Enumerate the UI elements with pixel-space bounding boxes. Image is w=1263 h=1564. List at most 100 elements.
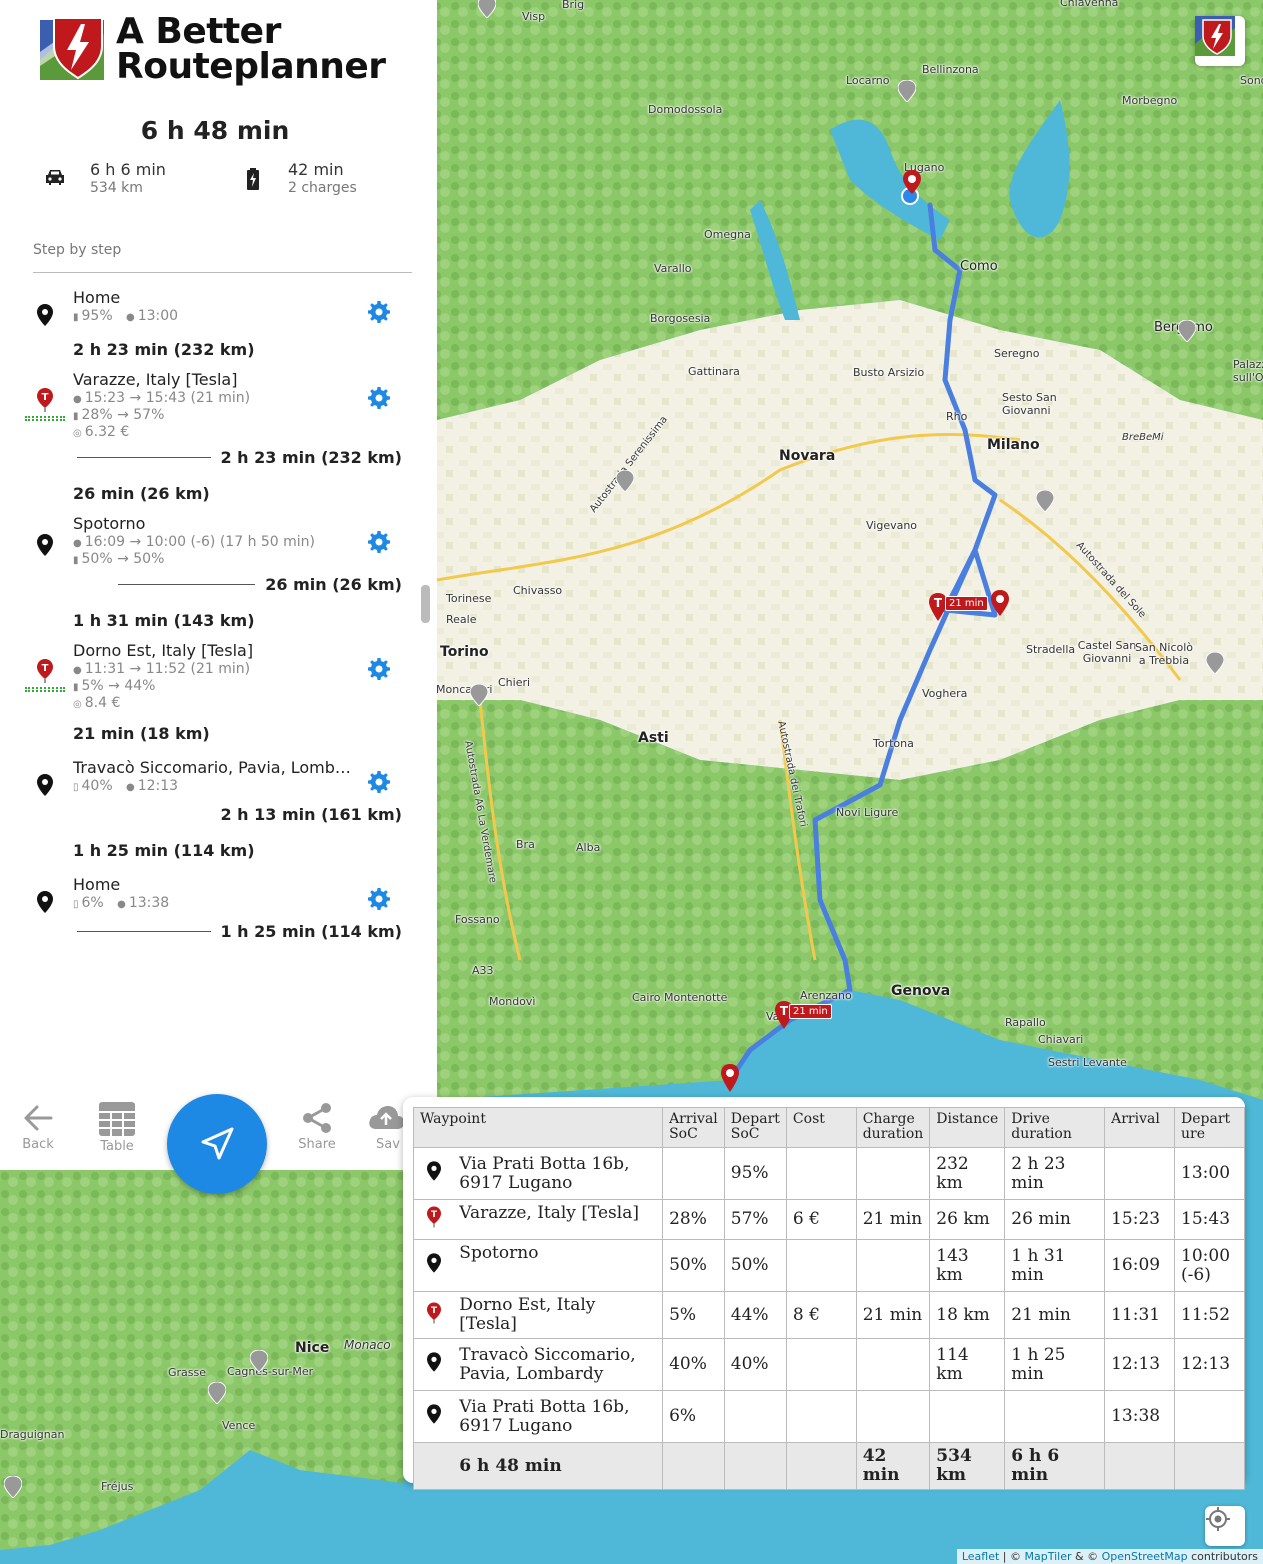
map-label: Nice — [295, 1340, 330, 1356]
charger-poi-icon[interactable] — [478, 0, 496, 18]
map-label: Novi Ligure — [836, 806, 899, 819]
cell-distance: 143 km — [929, 1239, 1006, 1292]
map-label: Cairo Montenotte — [632, 991, 728, 1004]
share-button[interactable]: Share — [287, 1101, 347, 1152]
charger-poi-icon[interactable] — [250, 1350, 268, 1372]
maptiler-link[interactable]: MapTiler — [1025, 1550, 1072, 1563]
map-label: Vence — [222, 1419, 256, 1432]
gear-icon[interactable] — [367, 770, 391, 794]
route-table: Waypoint Arrival SoC Depart SoC Cost Cha… — [412, 1107, 1245, 1490]
col-charge-duration[interactable]: Charge duration — [855, 1107, 931, 1148]
map-label: Mondovì — [489, 995, 536, 1008]
charger-poi-icon[interactable] — [616, 470, 634, 492]
gear-icon[interactable] — [367, 657, 391, 681]
table-row[interactable]: Via Prati Botta 16b, 6917 Lugano 95% 232… — [413, 1147, 1245, 1200]
charger-poi-icon[interactable] — [208, 1382, 226, 1404]
col-distance[interactable]: Distance — [929, 1107, 1006, 1148]
map-label: Gattinara — [688, 365, 740, 378]
charger-poi-icon[interactable] — [1206, 652, 1224, 674]
cell-charge-duration: 21 min — [855, 1199, 931, 1240]
cell-waypoint: Dorno Est, Italy [Tesla] — [453, 1291, 664, 1339]
map-pin-icon — [34, 891, 56, 913]
battery-icon: ▯ — [73, 899, 79, 910]
cell-drive-duration: 2 h 23 min — [1004, 1147, 1106, 1200]
charger-poi-icon[interactable] — [1036, 490, 1054, 512]
home-pin-icon[interactable] — [902, 170, 922, 194]
col-departure[interactable]: Departure — [1174, 1107, 1245, 1148]
share-icon — [303, 1103, 331, 1133]
leg-duration-total: 2 h 23 min (232 km) — [220, 448, 402, 467]
save-button[interactable]: Sav — [366, 1101, 406, 1152]
leaflet-link[interactable]: Leaflet — [962, 1550, 999, 1563]
osm-link[interactable]: OpenStreetMap — [1102, 1550, 1188, 1563]
time: 13:38 — [128, 895, 170, 911]
col-drive-duration[interactable]: Drive duration — [1004, 1107, 1106, 1148]
cost: 8.4 € — [84, 695, 121, 711]
car-icon — [42, 168, 68, 186]
map-label: Como — [960, 259, 998, 274]
table-row[interactable]: T Varazze, Italy [Tesla] 28% 57% 6 € 21 … — [413, 1199, 1245, 1240]
battery-icon: ▯ — [73, 782, 79, 793]
waypoint-details: ▯ 40% ● 12:13 — [73, 778, 178, 794]
map-label: Fréjus — [101, 1480, 134, 1493]
map-label: Bra — [516, 838, 535, 851]
map-label: Sesto San Giovanni — [1002, 391, 1057, 417]
col-arrival[interactable]: Arrival — [1104, 1107, 1176, 1148]
gear-icon[interactable] — [367, 887, 391, 911]
col-depart-soc[interactable]: Depart SoC — [723, 1107, 787, 1148]
charge-summary: 42 min 2 charges — [240, 160, 357, 196]
cell-departure: 11:52 — [1174, 1291, 1245, 1339]
map-label: Genova — [891, 983, 951, 999]
cell-arrival-soc: 50% — [662, 1239, 725, 1292]
table-row[interactable]: T Dorno Est, Italy [Tesla] 5% 44% 8 € 21… — [413, 1291, 1245, 1339]
gear-icon[interactable] — [367, 530, 391, 554]
map-label: Palazzolo sull'Oglio — [1233, 358, 1263, 384]
gear-icon[interactable] — [367, 300, 391, 324]
col-waypoint[interactable]: Waypoint — [412, 1107, 664, 1148]
clock-icon: ● — [126, 312, 135, 323]
waypoint-cost: ◎ 6.32 € — [73, 424, 129, 440]
map-label: Monaco — [344, 1338, 391, 1352]
start-navigation-button[interactable] — [167, 1094, 267, 1194]
charger-poi-icon[interactable] — [4, 1476, 22, 1498]
charger-poi-icon[interactable] — [470, 684, 488, 706]
cell-departure: 15:43 — [1174, 1199, 1245, 1240]
cell-charge-duration — [855, 1338, 931, 1391]
col-cost[interactable]: Cost — [785, 1107, 857, 1148]
share-label: Share — [298, 1137, 336, 1152]
map-label: Rho — [946, 410, 968, 423]
map-pin-icon — [413, 1239, 454, 1292]
col-arrival-soc[interactable]: Arrival SoC — [662, 1107, 725, 1148]
cell-drive-duration: 21 min — [1004, 1291, 1106, 1339]
leg-duration-total: 1 h 25 min (114 km) — [220, 922, 402, 941]
waypoint-pin-icon[interactable] — [720, 1064, 740, 1092]
table-button[interactable]: Table — [87, 1101, 147, 1154]
map-label: Visp — [522, 10, 546, 23]
cell-arrival: 16:09 — [1104, 1239, 1176, 1292]
map-label: Novara — [779, 448, 836, 464]
table-row[interactable]: Spotorno 50% 50% 143 km 1 h 31 min 16:09… — [413, 1239, 1245, 1292]
waypoint-name: Dorno Est, Italy [Tesla] — [73, 641, 254, 660]
brand-line-2: Routeplanner — [116, 46, 386, 87]
footer-empty — [785, 1442, 857, 1490]
waypoint-name: Varazze, Italy [Tesla] — [73, 370, 238, 389]
panel-scrollbar[interactable] — [421, 585, 430, 623]
map-label: Milano — [987, 437, 1040, 453]
cell-depart-soc: 40% — [723, 1338, 787, 1391]
locate-me-button[interactable] — [1205, 1506, 1245, 1546]
charger-poi-icon[interactable] — [1178, 320, 1196, 342]
soc: 28% → 57% — [81, 407, 165, 423]
cell-arrival — [1104, 1147, 1176, 1200]
back-button[interactable]: Back — [8, 1101, 68, 1152]
gear-icon[interactable] — [367, 386, 391, 410]
table-row[interactable]: Travacò Siccomario, Pavia, Lombardy 40% … — [413, 1338, 1245, 1391]
cell-departure: 10:00 (-6) — [1174, 1239, 1245, 1292]
brand-logo[interactable]: A Better Routeplanner — [38, 14, 386, 87]
table-row[interactable]: Via Prati Botta 16b, 6917 Lugano 6% 13:3… — [413, 1390, 1245, 1443]
cell-distance: 18 km — [929, 1291, 1006, 1339]
charger-poi-icon[interactable] — [898, 80, 916, 102]
abrp-map-logo-button[interactable] — [1195, 16, 1245, 66]
waypoint-pin-icon[interactable] — [990, 590, 1010, 616]
waypoint-name: Travacò Siccomario, Pavia, Lomb… — [73, 758, 351, 777]
waypoint-cost: ◎ 8.4 € — [73, 695, 120, 711]
